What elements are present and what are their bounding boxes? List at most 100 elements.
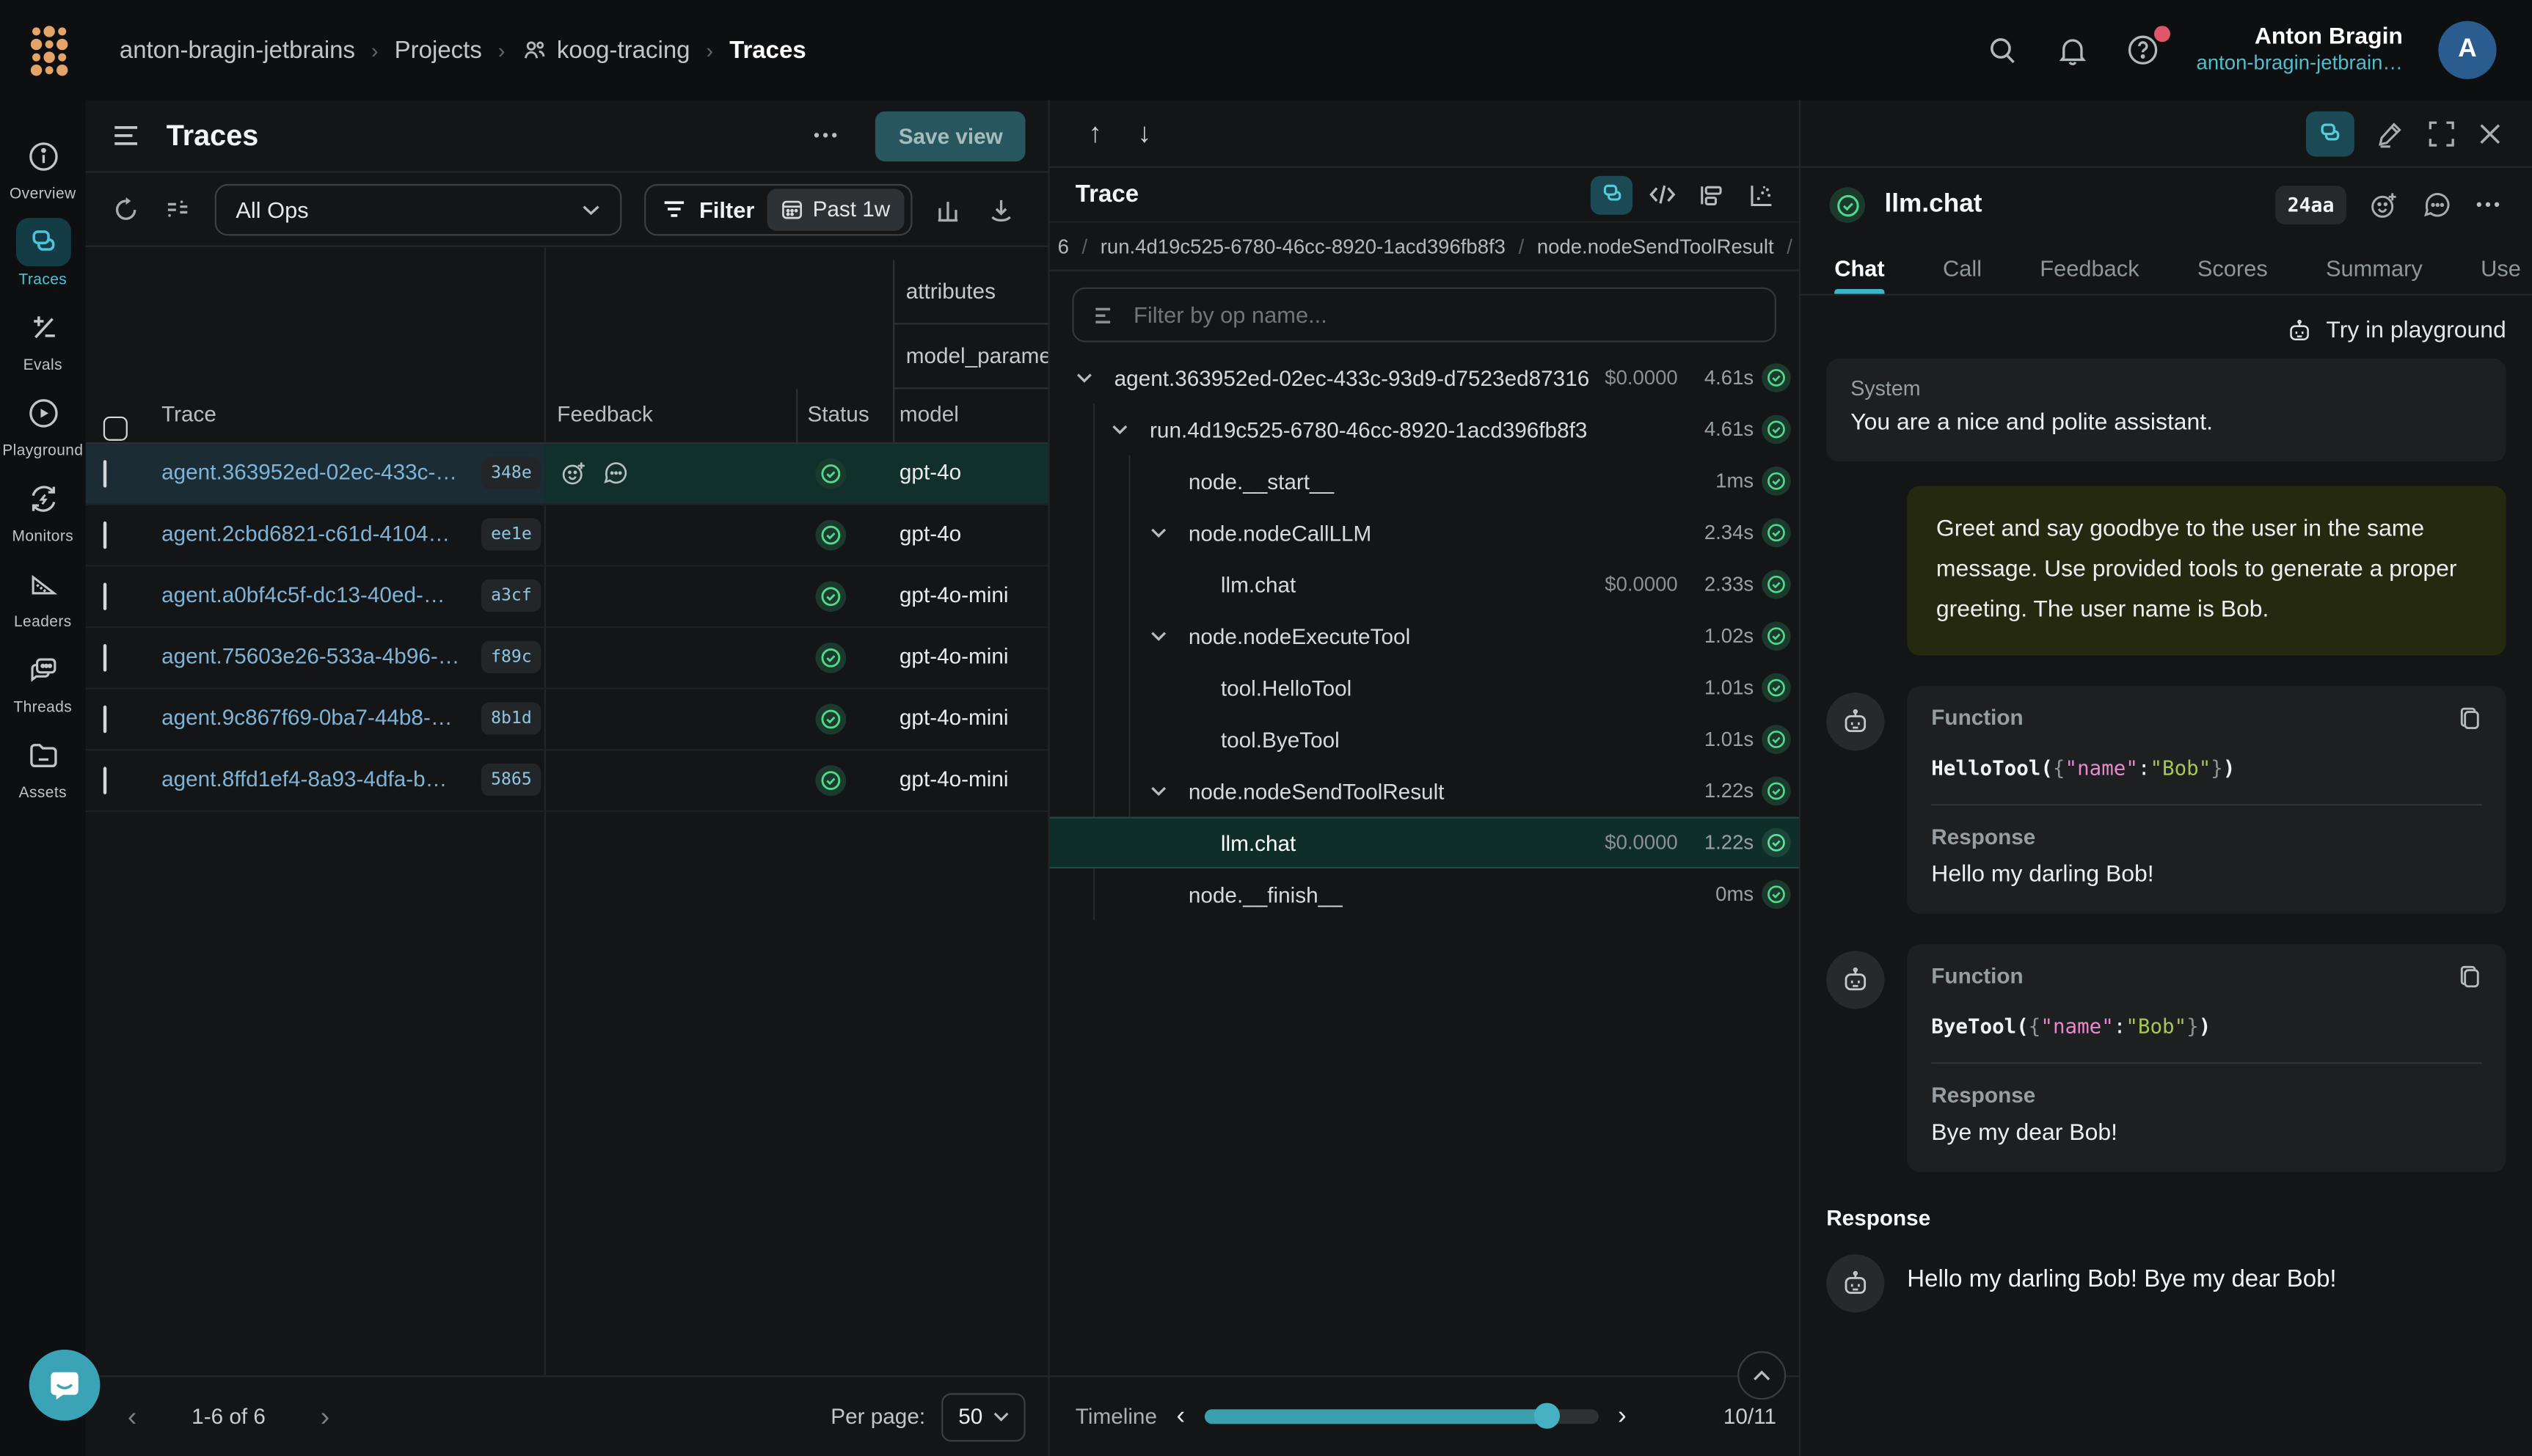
table-row[interactable]: agent.75603e26-533a-4b96-… f89c gpt-4o-m…: [86, 628, 1048, 689]
row-checkbox[interactable]: [103, 644, 106, 671]
time-range-chip[interactable]: Past 1w: [767, 188, 905, 230]
view-scatter-button[interactable]: [1741, 175, 1783, 214]
next-trace-icon[interactable]: ↓: [1138, 117, 1152, 150]
search-icon[interactable]: [1986, 33, 2020, 67]
breadcrumb-project[interactable]: koog-tracing: [521, 37, 690, 64]
sidebar-item-evals[interactable]: Evals: [0, 304, 86, 375]
tree-row[interactable]: agent.363952ed-02ec-433c-93d9-d7523ed873…: [1050, 352, 1799, 403]
trace-link[interactable]: agent.2cbd6821-c61d-4104…: [161, 522, 450, 546]
table-row[interactable]: agent.8ffd1ef4-8a93-4dfa-b… 5865 gpt-4o-…: [86, 750, 1048, 812]
col-header-feedback[interactable]: Feedback: [557, 402, 653, 426]
chevron-down-icon[interactable]: [1150, 629, 1167, 643]
sidebar-item-monitors[interactable]: Monitors: [0, 475, 86, 546]
refresh-icon[interactable]: [112, 194, 141, 224]
col-header-trace[interactable]: Trace: [161, 402, 216, 426]
tab-summary[interactable]: Summary: [2326, 242, 2423, 293]
timeline-prev-icon[interactable]: ‹: [1157, 1402, 1205, 1431]
tree-row-selected[interactable]: llm.chat $0.0000 1.22s: [1050, 817, 1799, 868]
select-all-checkbox[interactable]: [103, 417, 128, 441]
view-flame-button[interactable]: [1690, 175, 1732, 214]
view-tree-button[interactable]: [1591, 175, 1632, 214]
row-checkbox[interactable]: [103, 767, 106, 794]
view-code-button[interactable]: [1641, 175, 1682, 214]
tree-row[interactable]: node.__start__ 1ms: [1050, 456, 1799, 507]
edit-pencil-icon[interactable]: [2376, 118, 2407, 149]
timeline-slider[interactable]: [1205, 1409, 1599, 1424]
chevron-down-icon[interactable]: [1076, 371, 1093, 384]
add-reaction-icon[interactable]: [2370, 190, 2401, 221]
user-menu[interactable]: Anton Bragin anton-bragin-jetbrain…: [2197, 23, 2403, 77]
comment-icon[interactable]: [602, 460, 630, 487]
page-prev-icon[interactable]: ‹: [114, 1400, 150, 1433]
try-in-playground-button[interactable]: Try in playground: [1826, 316, 2506, 345]
tree-row[interactable]: tool.HelloTool 1.01s: [1050, 662, 1799, 713]
tree-row[interactable]: tool.ByeTool 1.01s: [1050, 714, 1799, 765]
metrics-chart-icon[interactable]: [935, 194, 965, 224]
timeline-next-icon[interactable]: ›: [1599, 1402, 1646, 1431]
copy-icon[interactable]: [2458, 964, 2482, 989]
col-header-status[interactable]: Status: [807, 402, 869, 426]
tree-row[interactable]: node.nodeExecuteTool 1.02s: [1050, 610, 1799, 662]
help-icon[interactable]: [2126, 32, 2161, 67]
chevron-down-icon[interactable]: [1150, 526, 1167, 539]
trace-link[interactable]: agent.8ffd1ef4-8a93-4dfa-b…: [161, 767, 447, 791]
breadcrumb-projects[interactable]: Projects: [395, 37, 482, 64]
group-header-model-parameters[interactable]: model_paramet: [893, 324, 1048, 389]
trace-link[interactable]: agent.75603e26-533a-4b96-…: [161, 644, 459, 668]
tab-scores[interactable]: Scores: [2197, 242, 2268, 293]
tab-feedback[interactable]: Feedback: [2040, 242, 2139, 293]
tree-row[interactable]: node.__finish__ 0ms: [1050, 868, 1799, 920]
close-icon[interactable]: [2477, 120, 2503, 146]
trace-link[interactable]: agent.9c867f69-0ba7-44b8-…: [161, 706, 452, 730]
copy-icon[interactable]: [2458, 705, 2482, 731]
wandb-logo-icon[interactable]: [29, 24, 68, 76]
page-next-icon[interactable]: ›: [307, 1400, 343, 1433]
row-checkbox[interactable]: [103, 522, 106, 549]
table-row[interactable]: agent.a0bf4c5f-dc13-40ed-… a3cf gpt-4o-m…: [86, 567, 1048, 629]
avatar[interactable]: A: [2438, 21, 2496, 79]
tab-chat[interactable]: Chat: [1834, 242, 1885, 293]
save-view-button[interactable]: Save view: [876, 111, 1026, 161]
per-page-select[interactable]: 50: [941, 1392, 1025, 1441]
trace-link[interactable]: agent.363952ed-02ec-433c-…: [161, 460, 457, 484]
export-download-icon[interactable]: [987, 194, 1016, 224]
op-filter-input[interactable]: [1134, 302, 1755, 328]
add-reaction-icon[interactable]: [561, 460, 588, 487]
columns-settings-icon[interactable]: [163, 194, 192, 224]
comment-icon[interactable]: [2423, 190, 2453, 221]
call-overflow-menu-icon[interactable]: •••: [2476, 196, 2503, 213]
support-chat-button[interactable]: [29, 1350, 101, 1421]
tree-row[interactable]: node.nodeCallLLM 2.34s: [1050, 507, 1799, 558]
notifications-bell-icon[interactable]: [2056, 33, 2090, 67]
row-checkbox[interactable]: [103, 460, 106, 487]
call-id-badge[interactable]: 24aa: [2274, 186, 2347, 224]
row-checkbox[interactable]: [103, 583, 106, 610]
prev-trace-icon[interactable]: ↑: [1088, 117, 1102, 150]
sidebar-item-traces[interactable]: Traces: [0, 218, 86, 289]
table-row[interactable]: agent.9c867f69-0ba7-44b8-… 8b1d gpt-4o-m…: [86, 689, 1048, 751]
tab-call[interactable]: Call: [1943, 242, 1982, 293]
tab-use[interactable]: Use: [2481, 242, 2521, 293]
overflow-menu-icon[interactable]: •••: [814, 127, 840, 144]
crumb-node[interactable]: node.nodeSendToolResult: [1537, 235, 1774, 257]
sidebar-item-leaders[interactable]: Leaders: [0, 560, 86, 632]
sidebar-item-playground[interactable]: Playground: [0, 389, 86, 460]
tree-row[interactable]: run.4d19c525-6780-46cc-8920-1acd396fb8f3…: [1050, 403, 1799, 455]
table-row[interactable]: agent.363952ed-02ec-433c-… 348e gpt-4o: [86, 444, 1048, 505]
breadcrumb-entity[interactable]: anton-bragin-jetbrains: [120, 37, 355, 64]
ops-filter-dropdown[interactable]: All Ops: [215, 183, 622, 235]
tree-row[interactable]: llm.chat $0.0000 2.33s: [1050, 559, 1799, 610]
chevron-down-icon[interactable]: [1111, 423, 1128, 436]
breadcrumb-traces[interactable]: Traces: [729, 37, 806, 64]
group-header-attributes[interactable]: attributes: [893, 260, 1048, 324]
chevron-down-icon[interactable]: [1150, 785, 1167, 798]
panel-menu-icon[interactable]: [112, 122, 141, 148]
filter-group[interactable]: Filter Past 1w: [644, 183, 913, 235]
table-row[interactable]: agent.2cbd6821-c61d-4104… ee1e gpt-4o: [86, 505, 1048, 567]
timeline-slider-knob[interactable]: [1534, 1403, 1560, 1429]
open-trace-view-button[interactable]: [2306, 111, 2354, 156]
collapse-panel-button[interactable]: [1737, 1351, 1786, 1400]
sidebar-item-assets[interactable]: Assets: [0, 731, 86, 802]
row-checkbox[interactable]: [103, 706, 106, 733]
trace-link[interactable]: agent.a0bf4c5f-dc13-40ed-…: [161, 583, 445, 607]
